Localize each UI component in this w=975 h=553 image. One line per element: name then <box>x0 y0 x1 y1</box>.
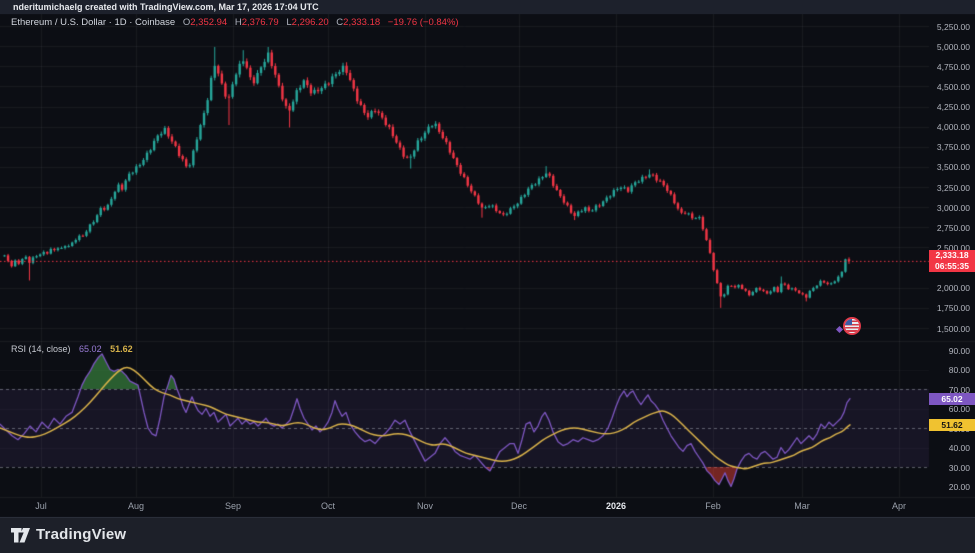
high-key: H <box>234 17 242 28</box>
time-tick-label: Apr <box>891 501 906 511</box>
rsi-ma-current-value: 51.62 <box>110 344 133 354</box>
price-tick-label: 1,750.00 <box>936 303 970 314</box>
rsi-ma-value-badge: 51.62 <box>929 419 975 431</box>
price-tick-label: 4,250.00 <box>936 102 970 113</box>
price-tick-label: 3,250.00 <box>936 182 970 193</box>
symbol-legend[interactable]: Ethereum / U.S. Dollar · 1D · Coinbase O… <box>11 17 459 28</box>
price-tick-label: 4,750.00 <box>936 61 970 72</box>
rsi-tick-label: 40.00 <box>948 443 970 453</box>
time-tick-label: Nov <box>416 501 433 511</box>
time-tick-label: Dec <box>510 501 527 511</box>
rsi-value-badge: 65.02 <box>929 393 975 405</box>
time-tick-label: Jul <box>35 501 47 511</box>
rsi-tick-label: 60.00 <box>948 404 970 414</box>
price-tick-label: 2,000.00 <box>936 283 970 294</box>
time-scale[interactable]: Jul Aug Sep Oct Nov Dec 2026 Feb Mar Apr <box>0 497 929 517</box>
price-tick-label: 1,500.00 <box>936 323 970 334</box>
price-tick-label: 3,500.00 <box>936 162 970 173</box>
bar-countdown: 06:55:35 <box>934 261 970 271</box>
rsi-tick-label: 30.00 <box>948 462 970 473</box>
rsi-current-value: 65.02 <box>79 344 102 354</box>
snapshot-header-text: nderitumichaelg created with TradingView… <box>13 2 319 12</box>
rsi-tick-label: 20.00 <box>948 482 970 492</box>
last-price-value: 2,333.18 <box>935 250 969 260</box>
time-tick-label: Oct <box>320 501 335 511</box>
rsi-tick-label: 90.00 <box>948 345 970 356</box>
price-tick-label: 5,000.00 <box>936 41 970 52</box>
low-value: 2,296.20 <box>291 17 329 28</box>
tradingview-snapshot: nderitumichaelg created with TradingView… <box>0 0 975 553</box>
rsi-title[interactable]: RSI (14, close) <box>11 344 71 354</box>
tradingview-logo-icon[interactable] <box>10 527 31 544</box>
us-flag-event-icon[interactable] <box>845 319 859 333</box>
chart-canvas[interactable] <box>0 0 975 553</box>
price-tick-label: 5,250.00 <box>936 21 970 32</box>
change-value: −19.76 (−0.84%) <box>387 17 459 28</box>
time-tick-label: Feb <box>705 501 721 511</box>
close-value: 2,333.18 <box>343 17 381 28</box>
snapshot-header: nderitumichaelg created with TradingView… <box>0 0 975 14</box>
time-tick-label: Sep <box>224 501 241 511</box>
flag-canton <box>845 319 852 325</box>
symbol-title[interactable]: Ethereum / U.S. Dollar · 1D · Coinbase <box>11 17 175 28</box>
footer-bar: TradingView <box>0 517 975 553</box>
rsi-tick-label: 80.00 <box>948 365 970 375</box>
tradingview-brand-text[interactable]: TradingView <box>36 526 126 543</box>
time-tick-label: Aug <box>127 501 144 511</box>
price-tick-label: 2,750.00 <box>936 222 970 233</box>
price-tick-label: 3,000.00 <box>936 202 970 213</box>
open-value: 2,352.94 <box>190 17 228 28</box>
price-tick-label: 3,750.00 <box>936 142 970 153</box>
time-tick-label: 2026 <box>605 501 627 511</box>
last-price-badge[interactable]: 2,333.18 06:55:35 <box>929 250 975 272</box>
time-tick-label: Mar <box>794 501 810 511</box>
high-value: 2,376.79 <box>241 17 279 28</box>
price-tick-label: 4,000.00 <box>936 122 970 133</box>
rsi-indicator-legend[interactable]: RSI (14, close) 65.02 51.62 <box>11 344 133 354</box>
price-tick-label: 4,500.00 <box>936 81 970 92</box>
